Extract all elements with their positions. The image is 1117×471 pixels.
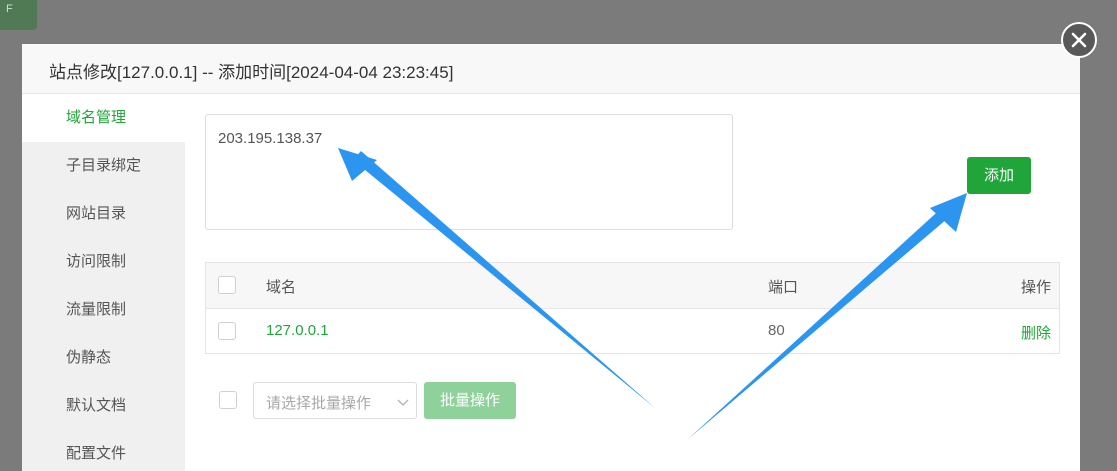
sidebar-item-traffic-limit[interactable]: 流量限制 — [22, 286, 185, 334]
batch-operation-button[interactable]: 批量操作 — [424, 382, 516, 419]
row-checkbox[interactable] — [218, 322, 236, 340]
add-button[interactable]: 添加 — [967, 157, 1031, 194]
batch-select-all-checkbox[interactable] — [219, 391, 237, 409]
site-edit-dialog: 站点修改[127.0.0.1] -- 添加时间[2024-04-04 23:23… — [22, 44, 1080, 471]
table-header: 域名 端口 操作 — [206, 263, 1059, 309]
select-all-checkbox[interactable] — [218, 276, 236, 294]
close-icon — [1071, 32, 1087, 48]
sidebar-item-rewrite[interactable]: 伪静态 — [22, 334, 185, 382]
row-port: 80 — [768, 322, 785, 339]
table-row: 127.0.0.1 80 删除 — [206, 309, 1059, 354]
chevron-down-icon — [396, 395, 410, 413]
delete-link[interactable]: 删除 — [1021, 322, 1051, 343]
corner-tag: F — [0, 0, 37, 30]
column-header-action: 操作 — [1020, 279, 1051, 296]
row-domain[interactable]: 127.0.0.1 — [266, 322, 329, 339]
sidebar-item-subdirectory-binding[interactable]: 子目录绑定 — [22, 142, 185, 190]
batch-select-placeholder: 请选择批量操作 — [266, 395, 372, 412]
close-button[interactable] — [1061, 22, 1097, 58]
sidebar-item-default-document[interactable]: 默认文档 — [22, 382, 185, 430]
sidebar: 域名管理 子目录绑定 网站目录 访问限制 流量限制 伪静态 默认文档 配置文件 — [22, 94, 185, 471]
domain-input[interactable]: 203.195.138.37 — [205, 114, 733, 230]
sidebar-item-access-limit[interactable]: 访问限制 — [22, 238, 185, 286]
dialog-title-bar: 站点修改[127.0.0.1] -- 添加时间[2024-04-04 23:23… — [22, 44, 1080, 94]
sidebar-item-domain-management[interactable]: 域名管理 — [22, 94, 185, 142]
column-header-domain: 域名 — [266, 279, 297, 296]
batch-operation-select[interactable]: 请选择批量操作 — [253, 382, 417, 419]
domain-table: 域名 端口 操作 127.0.0.1 80 删除 — [205, 262, 1060, 354]
dialog-title: 站点修改[127.0.0.1] -- 添加时间[2024-04-04 23:23… — [49, 63, 454, 82]
sidebar-item-config-file[interactable]: 配置文件 — [22, 430, 185, 471]
column-header-port: 端口 — [768, 279, 799, 296]
sidebar-item-site-directory[interactable]: 网站目录 — [22, 190, 185, 238]
